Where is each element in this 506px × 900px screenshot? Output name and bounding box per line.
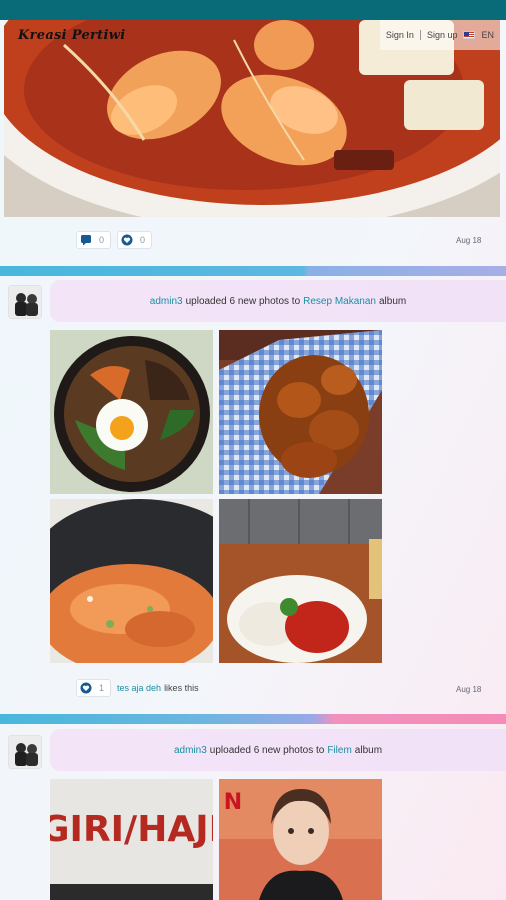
- likes-summary: tes aja deh likes this: [117, 679, 199, 697]
- sign-in-link[interactable]: Sign In: [386, 30, 414, 40]
- netflix-poster-image: N: [219, 779, 382, 900]
- avatar[interactable]: [8, 735, 42, 769]
- us-flag-icon[interactable]: [463, 31, 476, 39]
- sauce-dish-photo: [219, 499, 382, 663]
- activity-banner: admin3 uploaded 6 new photos to Filem al…: [50, 729, 506, 771]
- photo-pancake[interactable]: [50, 499, 213, 663]
- section-divider: [0, 714, 506, 724]
- giri-haji-poster-image: GIRI/HAJI: [50, 779, 213, 900]
- user-link[interactable]: admin3: [174, 745, 207, 756]
- pancake-photo: [50, 499, 213, 663]
- comment-icon: [81, 235, 91, 246]
- like-count: 1: [99, 683, 105, 693]
- user-avatar-image: [9, 286, 41, 318]
- album-link[interactable]: Filem: [327, 745, 351, 756]
- comment-button[interactable]: 0: [76, 231, 112, 249]
- user-avatar-image: [9, 736, 41, 768]
- heart-icon: [80, 682, 92, 694]
- hero-image[interactable]: Kreasi Pertiwi Sign In Sign up EN: [4, 20, 500, 217]
- auth-bar: Sign In Sign up EN: [379, 20, 500, 50]
- like-button[interactable]: 0: [117, 231, 153, 249]
- section-divider: [0, 266, 506, 276]
- heart-icon: [121, 234, 133, 246]
- activity-banner: admin3 uploaded 6 new photos to Resep Ma…: [50, 280, 506, 322]
- liker-link[interactable]: tes aja deh: [117, 683, 161, 693]
- photo-giri-haji-poster[interactable]: GIRI/HAJI: [50, 779, 213, 900]
- sign-up-link[interactable]: Sign up: [427, 30, 458, 40]
- activity-text: uploaded 6 new photos to: [209, 744, 325, 756]
- language-selector[interactable]: EN: [481, 30, 494, 40]
- poster-title: GIRI/HAJI: [50, 809, 213, 850]
- activity-text: uploaded 6 new photos to: [185, 295, 301, 307]
- photo-bibimbap[interactable]: [50, 330, 213, 494]
- bibimbap-photo: [50, 330, 213, 494]
- photo-netflix-poster[interactable]: N: [219, 779, 382, 900]
- photo-fried-chicken[interactable]: [219, 330, 382, 494]
- site-logo[interactable]: Kreasi Pertiwi: [18, 28, 125, 43]
- post1-date: Aug 18: [456, 236, 482, 245]
- post2-date: Aug 18: [456, 685, 482, 694]
- album-link[interactable]: Resep Makanan: [303, 296, 376, 307]
- top-bar: [0, 0, 506, 20]
- post2-actions: 1 tes aja deh likes this: [76, 679, 199, 697]
- likes-suffix: likes this: [164, 683, 199, 693]
- avatar[interactable]: [8, 285, 42, 319]
- photo-sauce-dish[interactable]: [219, 499, 382, 663]
- post1-actions: 0 0: [76, 231, 153, 249]
- netflix-logo: N: [224, 790, 242, 815]
- album-suffix: album: [354, 744, 383, 756]
- user-link[interactable]: admin3: [150, 296, 183, 307]
- like-count: 0: [140, 235, 146, 245]
- fried-chicken-photo: [219, 330, 382, 494]
- auth-separator: [419, 30, 421, 40]
- album-suffix: album: [378, 295, 407, 307]
- like-button[interactable]: 1: [76, 679, 112, 697]
- comment-count: 0: [99, 235, 105, 245]
